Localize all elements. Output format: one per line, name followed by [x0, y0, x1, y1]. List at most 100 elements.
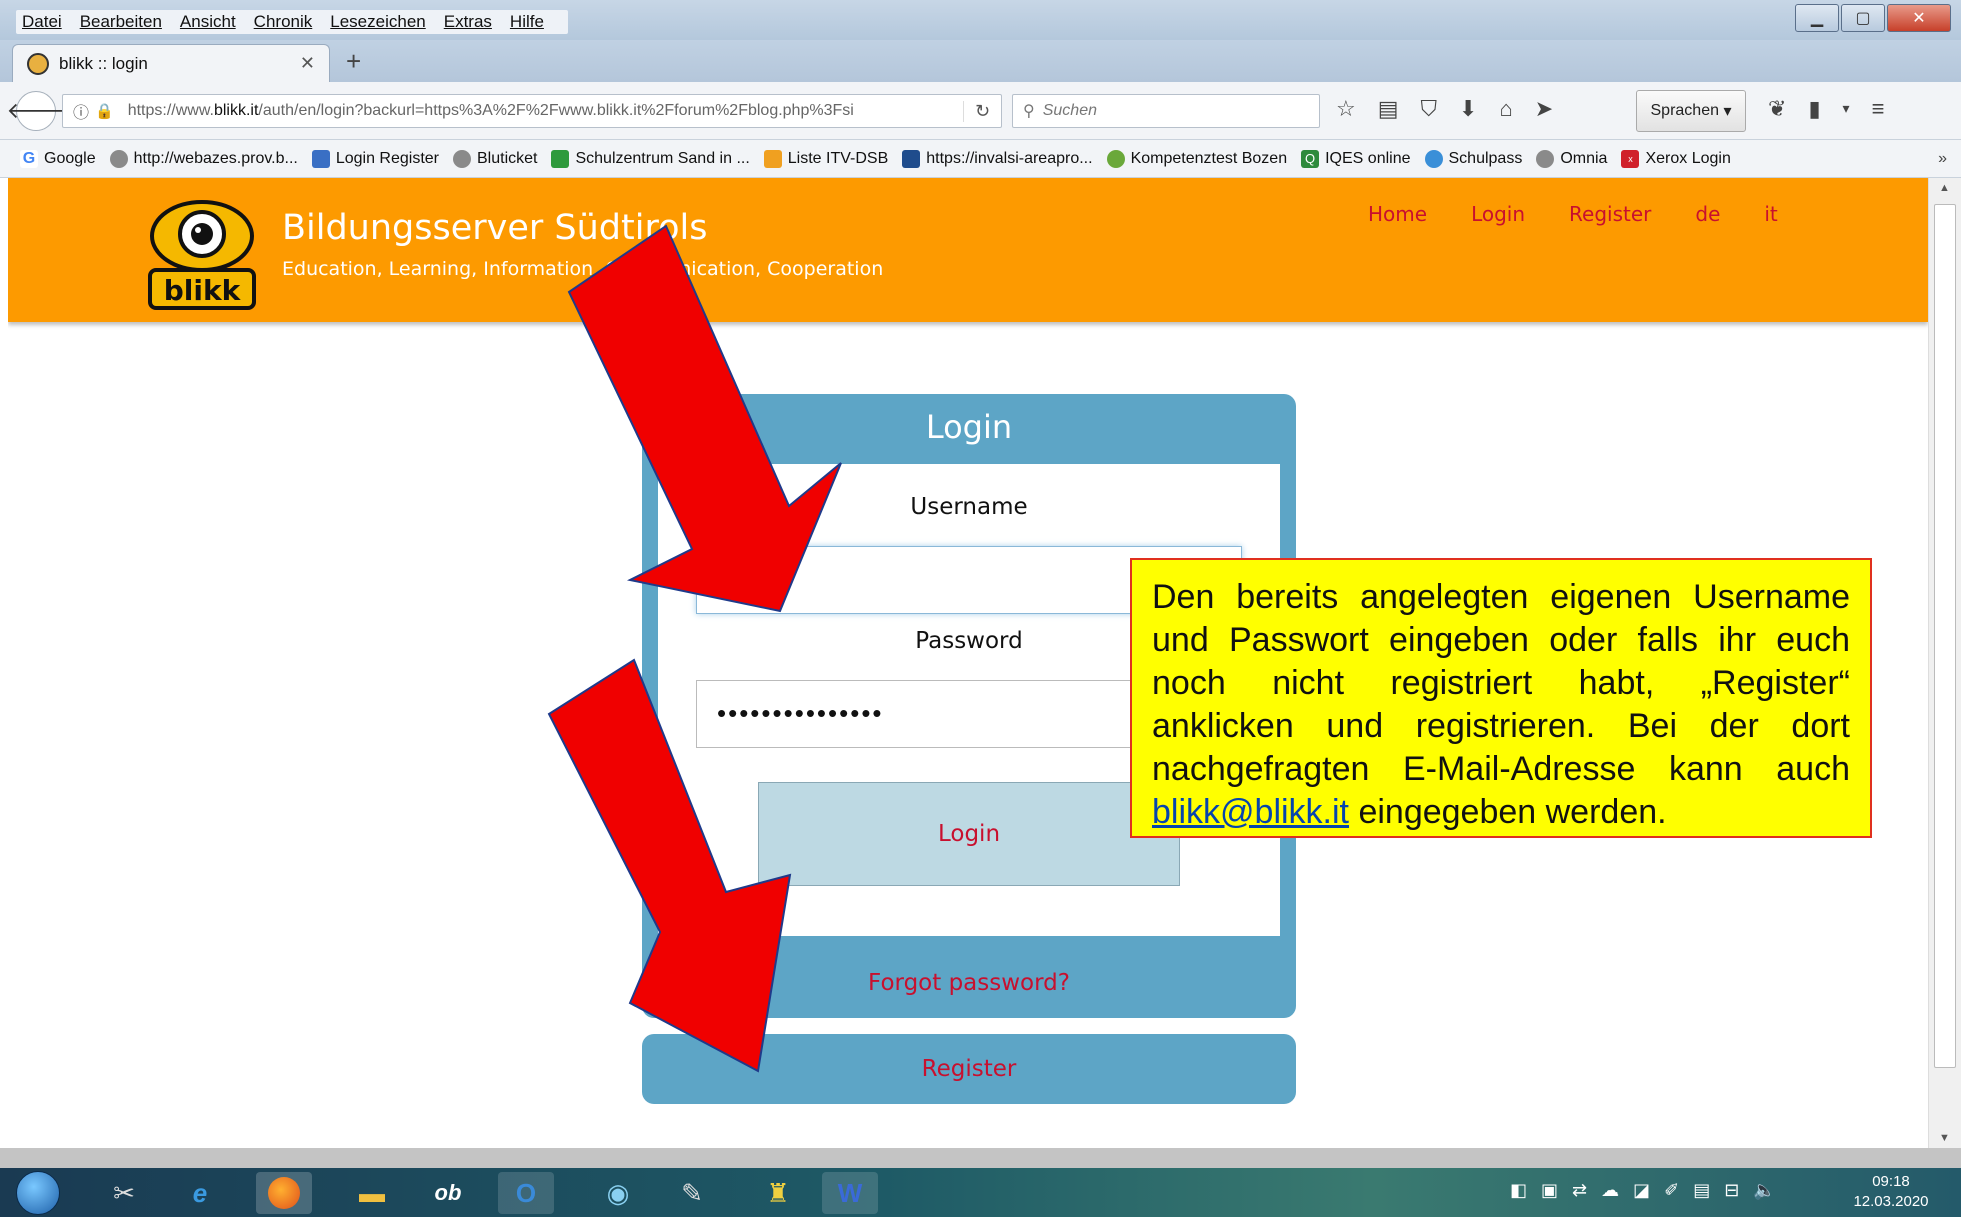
bookmarks-bar: G Google http://webazes.prov.b... Login R…: [0, 140, 1961, 178]
bookmark-label: Kompetenztest Bozen: [1130, 149, 1288, 167]
menu-item-lesezeichen[interactable]: Lesezeichen: [330, 12, 425, 32]
start-button[interactable]: [16, 1171, 60, 1215]
sprachen-button[interactable]: Sprachen ▾: [1636, 90, 1746, 132]
bookmark-item[interactable]: Schulpass: [1424, 149, 1523, 168]
bookmark-item[interactable]: Schulzentrum Sand in ...: [551, 149, 750, 168]
iqes-icon: Q: [1301, 149, 1320, 168]
menu-item-extras[interactable]: Extras: [444, 12, 492, 32]
bookmark-star-icon[interactable]: ☆: [1336, 96, 1356, 122]
bookmark-item[interactable]: G Google: [20, 149, 96, 168]
reload-icon[interactable]: ↻: [963, 100, 1001, 122]
search-input[interactable]: ⚲ Suchen: [1012, 94, 1320, 128]
maximize-button[interactable]: ▢: [1841, 4, 1885, 32]
minimize-button[interactable]: ▁: [1795, 4, 1839, 32]
reading-list-icon[interactable]: ▤: [1378, 96, 1399, 122]
taskbar-clock[interactable]: 09:18 12.03.2020: [1836, 1172, 1946, 1212]
site-title: Bildungsserver Südtirols: [282, 208, 708, 248]
bookmark-item[interactable]: Login Register: [311, 149, 439, 168]
clock-date: 12.03.2020: [1853, 1193, 1929, 1210]
login-title: Login: [925, 408, 1013, 446]
ob-app-icon[interactable]: ob: [420, 1172, 476, 1214]
bookmark-item[interactable]: Bluticket: [453, 149, 538, 168]
tray-network-icon[interactable]: ⊟: [1724, 1180, 1739, 1201]
scroll-down-icon[interactable]: ▼: [1939, 1132, 1950, 1144]
globe-icon: [109, 149, 128, 168]
nav-lang-it-link[interactable]: it: [1764, 202, 1777, 226]
firefox-icon[interactable]: [256, 1172, 312, 1214]
forgot-password-link[interactable]: Forgot password?: [642, 970, 1296, 996]
scroll-thumb[interactable]: [1934, 204, 1956, 1068]
bookmark-item[interactable]: Q IQES online: [1301, 149, 1411, 168]
login-button[interactable]: Login: [758, 782, 1180, 886]
back-button[interactable]: 🡐: [7, 91, 66, 131]
outlook-icon[interactable]: O: [498, 1172, 554, 1214]
download-icon[interactable]: ⬇: [1459, 96, 1477, 122]
page-scrollbar[interactable]: ▲ ▼: [1928, 178, 1961, 1148]
info-icon[interactable]: ⓘ: [73, 99, 89, 123]
nav-login-link[interactable]: Login: [1471, 202, 1525, 226]
bookmark-label: Schulpass: [1448, 149, 1523, 167]
site-nav: Home Login Register de it: [1368, 202, 1778, 226]
tray-outlook-icon[interactable]: ◪: [1633, 1180, 1650, 1201]
word-icon[interactable]: W: [822, 1172, 878, 1214]
paint-icon[interactable]: ✎: [664, 1172, 720, 1214]
dropdown-icon[interactable]: ▾: [1843, 100, 1850, 122]
email-link[interactable]: blikk@blikk.it: [1152, 793, 1349, 831]
bookmark-item[interactable]: https://invalsi-areapro...: [902, 149, 1093, 168]
new-tab-button[interactable]: +: [346, 46, 361, 77]
scroll-up-icon[interactable]: ▲: [1939, 182, 1950, 194]
register-button[interactable]: Register: [642, 1034, 1296, 1104]
tray-app-icon[interactable]: ▣: [1541, 1180, 1558, 1201]
schulpass-icon: [1424, 149, 1443, 168]
tray-pen-icon[interactable]: ✐: [1664, 1180, 1679, 1201]
tray-volume-icon[interactable]: 🔈: [1753, 1180, 1775, 1201]
menu-item-ansicht[interactable]: Ansicht: [180, 12, 236, 32]
internet-explorer-icon[interactable]: e: [172, 1172, 228, 1214]
pocket-icon[interactable]: ⛉: [1421, 96, 1438, 122]
clock-time: 09:18: [1872, 1173, 1910, 1190]
site-subtitle: Education, Learning, Information, Commun…: [282, 258, 884, 280]
hamburger-menu-icon[interactable]: ≡: [1872, 96, 1885, 122]
nav-lang-de-link[interactable]: de: [1695, 202, 1720, 226]
menu-item-chronik[interactable]: Chronik: [254, 12, 313, 32]
nav-home-link[interactable]: Home: [1368, 202, 1427, 226]
close-window-button[interactable]: ✕: [1887, 4, 1951, 32]
tab-blikk-login[interactable]: blikk :: login ✕: [12, 44, 330, 82]
lock-icon: 🔒: [95, 103, 114, 120]
bookmark-item[interactable]: Liste ITV-DSB: [763, 149, 888, 168]
url-text[interactable]: https://www.blikk.it/auth/en/login?backu…: [128, 102, 963, 120]
menu-item-bearbeiten[interactable]: Bearbeiten: [80, 12, 162, 32]
url-bar[interactable]: ⓘ 🔒 https://www.blikk.it/auth/en/login?b…: [62, 94, 1002, 128]
snipping-tool-icon[interactable]: ✂: [96, 1172, 152, 1214]
tray-sync-icon[interactable]: ⇄: [1572, 1180, 1587, 1201]
bookmark-label: Bluticket: [477, 149, 538, 167]
bookmark-item[interactable]: Omnia: [1536, 149, 1607, 168]
file-explorer-icon[interactable]: ▬: [344, 1172, 400, 1214]
bookmark-item[interactable]: Kompetenztest Bozen: [1106, 149, 1288, 168]
url-path: /auth/en/login?backurl=https%3A%2F%2Fwww…: [258, 102, 854, 119]
close-tab-icon[interactable]: ✕: [300, 53, 315, 74]
taskbar: ✂ e ▬ ob O ◉ ✎ ♜ W ◧ ▣ ⇄ ☁ ◪ ✐ ▤ ⊟ 🔈 09:…: [0, 1168, 1961, 1217]
extension-icon[interactable]: ❦: [1768, 96, 1786, 122]
bookmark-label: Google: [44, 149, 96, 167]
search-placeholder: Suchen: [1042, 102, 1097, 119]
home-icon[interactable]: ⌂: [1499, 96, 1512, 122]
menu-item-datei[interactable]: Datei: [22, 12, 62, 32]
bookmark-item[interactable]: http://webazes.prov.b...: [109, 149, 298, 168]
tray-monitor-icon[interactable]: ▤: [1693, 1180, 1710, 1201]
tray-teams-icon[interactable]: ◧: [1510, 1180, 1527, 1201]
site-header: blikk Bildungsserver Südtirols Education…: [8, 178, 1928, 322]
menu-item-hilfe[interactable]: Hilfe: [510, 12, 544, 32]
tab-strip: blikk :: login ✕ +: [0, 40, 1961, 82]
nav-register-link[interactable]: Register: [1569, 202, 1651, 226]
tab-title: blikk :: login: [59, 53, 148, 73]
chart-icon: [551, 149, 570, 168]
tray-cloud-icon[interactable]: ☁: [1601, 1180, 1619, 1201]
more-bookmarks-icon[interactable]: »: [1938, 150, 1947, 168]
popcorn-icon[interactable]: ♜: [750, 1172, 806, 1214]
send-icon[interactable]: ➤: [1535, 96, 1553, 122]
clipboard-icon[interactable]: ▮: [1808, 96, 1820, 122]
network-app-icon[interactable]: ◉: [590, 1172, 646, 1214]
bookmark-label: IQES online: [1325, 149, 1411, 167]
bookmark-item[interactable]: x Xerox Login: [1621, 149, 1731, 168]
